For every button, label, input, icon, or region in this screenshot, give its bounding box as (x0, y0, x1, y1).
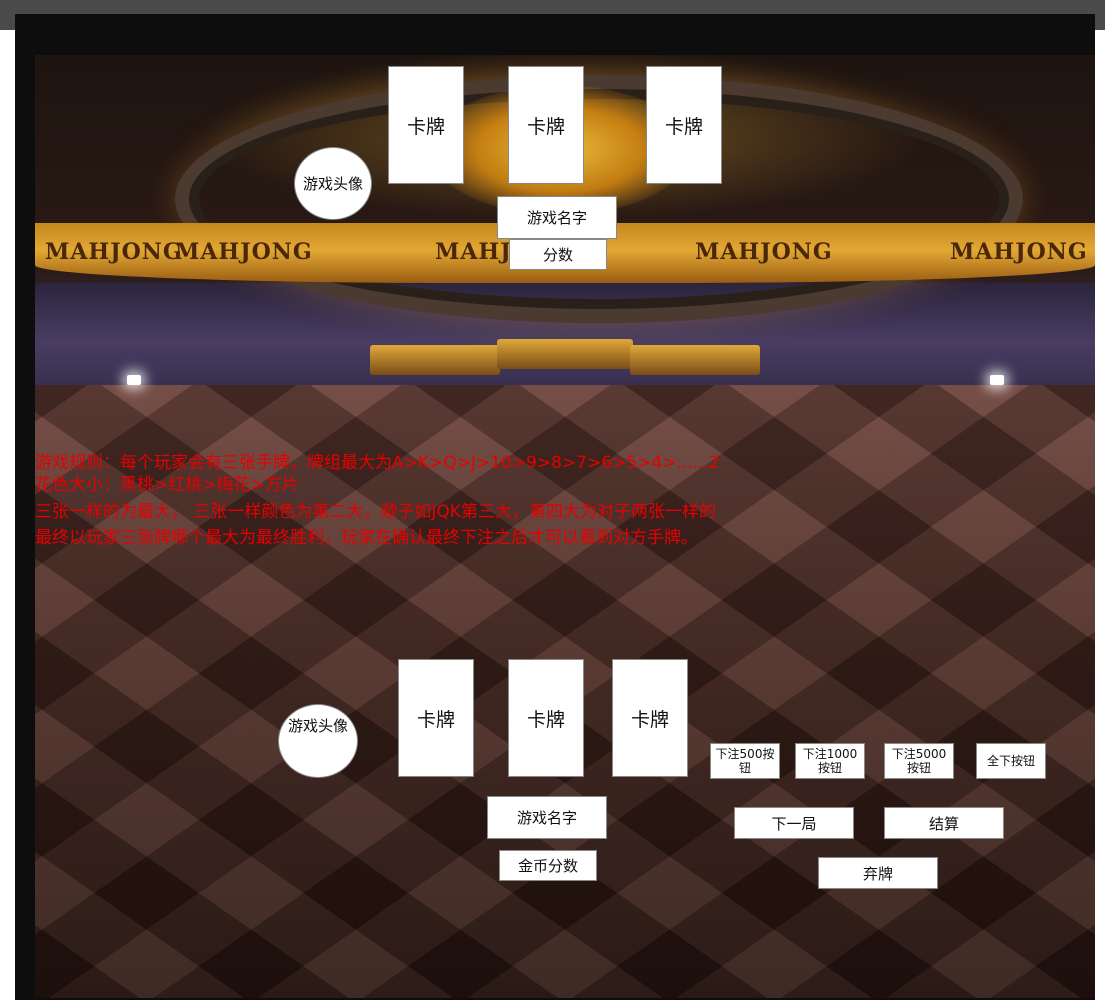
opponent-name: 游戏名字 (497, 196, 617, 239)
player-card-2[interactable]: 卡牌 (508, 659, 584, 777)
next-round-button[interactable]: 下一局 (734, 807, 854, 839)
stage-light (990, 375, 1004, 385)
stage-light (127, 375, 141, 385)
settle-button[interactable]: 结算 (884, 807, 1004, 839)
fold-button[interactable]: 弃牌 (818, 857, 938, 889)
player-avatar: 游戏头像 (278, 704, 358, 778)
all-in-button[interactable]: 全下按钮 (976, 743, 1046, 779)
bet-5000-button[interactable]: 下注5000按钮 (884, 743, 954, 779)
banner-text: MAHJONG (695, 239, 833, 265)
player-card-1[interactable]: 卡牌 (398, 659, 474, 777)
opponent-card-3: 卡牌 (646, 66, 722, 184)
player-coins: 金币分数 (499, 850, 597, 881)
bet-1000-button[interactable]: 下注1000按钮 (795, 743, 865, 779)
banner-text: MAHJONG (175, 239, 313, 265)
opponent-avatar: 游戏头像 (294, 147, 372, 220)
bet-500-button[interactable]: 下注500按钮 (710, 743, 780, 779)
opponent-card-1: 卡牌 (388, 66, 464, 184)
opponent-card-2: 卡牌 (508, 66, 584, 184)
podium-3 (630, 345, 760, 375)
rules-line-4: 最终以玩家三张牌哪个最大为最终胜利，玩家在确认最终下注之后才可以看到对方手牌。 (35, 528, 698, 548)
podium-1 (497, 339, 633, 369)
rules-line-3: 三张一样的为最大， 三张一样颜色为第二大，顺子如JQK第三大，第四大为对子两张一… (35, 502, 716, 522)
opponent-score: 分数 (509, 239, 607, 270)
banner-text: MAHJONG (45, 239, 183, 265)
rules-line-2: 花色大小：黑桃>红桃>梅花>方片 (35, 475, 299, 495)
podium-2 (370, 345, 500, 375)
player-card-3[interactable]: 卡牌 (612, 659, 688, 777)
banner-text: MAHJONG (950, 239, 1088, 265)
player-name: 游戏名字 (487, 796, 607, 839)
